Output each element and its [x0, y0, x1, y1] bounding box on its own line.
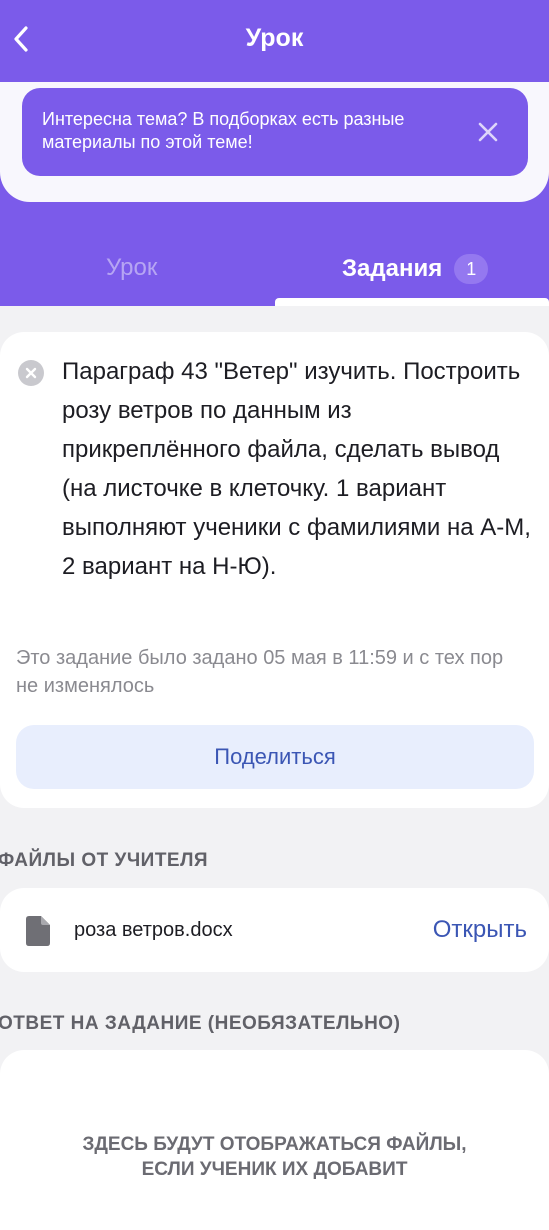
tab-bar: Урок Задания 1 — [0, 240, 549, 306]
tab-lesson[interactable]: Урок — [106, 254, 157, 282]
cancel-circle-icon — [18, 360, 44, 386]
answer-card: ЗДЕСЬ БУДУТ ОТОБРАЖАТЬСЯ ФАЙЛЫ, ЕСЛИ УЧЕ… — [0, 1050, 549, 1230]
files-section-header: ФАЙЛЫ ОТ УЧИТЕЛЯ — [0, 850, 209, 871]
banner-close-button[interactable] — [468, 112, 508, 152]
file-icon — [26, 916, 50, 946]
banner-text: Интересна тема? В подборках есть разные … — [42, 109, 405, 152]
tasks-count-badge: 1 — [454, 254, 489, 284]
task-description: Параграф 43 "Ветер" изучить. Построить р… — [62, 358, 531, 580]
file-name: роза ветров.docx — [74, 919, 233, 941]
top-bar: Урок — [0, 0, 549, 80]
close-icon — [478, 122, 498, 142]
open-file-link[interactable]: Открыть — [433, 916, 527, 944]
answer-section-header: ОТВЕТ НА ЗАДАНИЕ (НЕОБЯЗАТЕЛЬНО) — [0, 1013, 401, 1034]
answer-placeholder-line-2: ЕСЛИ УЧЕНИК ИХ ДОБАВИТ — [141, 1159, 408, 1180]
answer-placeholder-line-1: ЗДЕСЬ БУДУТ ОТОБРАЖАТЬСЯ ФАЙЛЫ, — [82, 1134, 467, 1155]
page-title: Урок — [245, 24, 304, 52]
task-meta: Это задание было задано 05 мая в 11:59 и… — [16, 647, 504, 697]
tab-tasks[interactable]: Задания 1 — [342, 254, 489, 284]
answer-placeholder: ЗДЕСЬ БУДУТ ОТОБРАЖАТЬСЯ ФАЙЛЫ, ЕСЛИ УЧЕ… — [0, 1132, 549, 1182]
collections-banner[interactable]: Интересна тема? В подборках есть разные … — [22, 88, 528, 176]
task-card: Параграф 43 "Ветер" изучить. Построить р… — [0, 332, 549, 808]
active-tab-indicator — [275, 298, 549, 306]
share-button[interactable]: Поделиться — [16, 725, 534, 789]
tab-tasks-label: Задания — [342, 255, 443, 282]
file-item[interactable]: роза ветров.docx Открыть — [0, 888, 549, 972]
